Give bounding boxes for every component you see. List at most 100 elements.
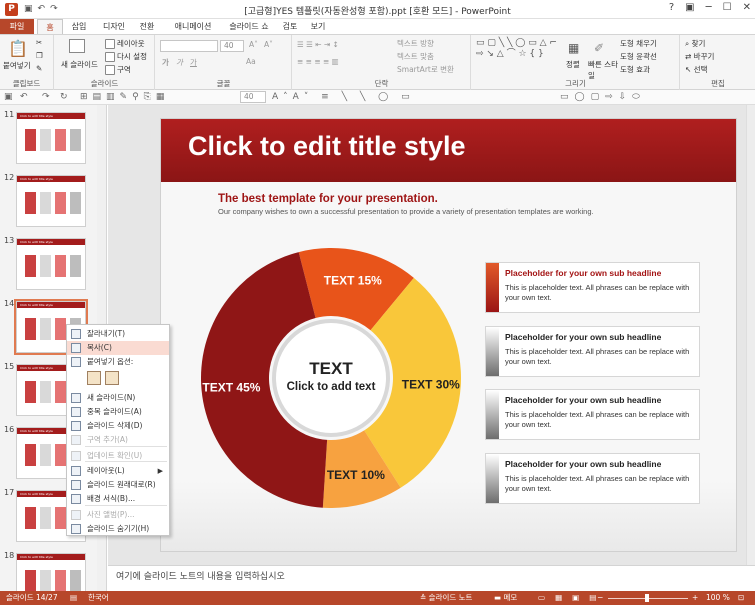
align-text-button[interactable]: 텍스트 맞춤 <box>397 51 434 62</box>
arrange-button[interactable]: 정렬 <box>566 59 580 70</box>
context-menu-item[interactable]: 중복 슬라이드(A) <box>67 405 169 419</box>
shapes-gallery[interactable]: ▭ ▢ ╲ ╲ ◯ ▭ △ ⌐ ⇨ ↘ △ ⌒ ☆ { } <box>476 38 558 60</box>
slide-thumbnail[interactable]: Click to edit title style <box>16 238 86 290</box>
slide-title[interactable]: Click to edit title style <box>188 131 466 162</box>
view-buttons[interactable]: ▭▦▣▤ <box>538 591 606 605</box>
quick-styles-icon[interactable]: ✐ <box>594 41 604 55</box>
notes-button[interactable]: ≙ 슬라이드 노트 <box>420 591 472 605</box>
notes-pane[interactable]: 여기에 슬라이드 노트의 내용을 입력하십시오 <box>108 565 755 591</box>
shape-fill-button[interactable]: 도형 채우기 <box>620 38 657 49</box>
section-button[interactable]: 구역 <box>105 64 131 75</box>
editor-scrollbar[interactable] <box>746 105 755 565</box>
slide-subtitle[interactable]: The best template for your presentation. <box>218 193 438 205</box>
zoom-level[interactable]: 100 % <box>706 591 730 605</box>
donut-center-sub[interactable]: Click to add text <box>287 381 376 393</box>
zoom-slider-thumb[interactable] <box>645 594 649 602</box>
help-button[interactable]: ? <box>669 2 674 13</box>
zoom-out-button[interactable]: ─ <box>598 591 603 605</box>
placeholder-box[interactable]: Placeholder for your own sub headline Thi… <box>485 262 700 313</box>
find-button[interactable]: ⌕ 찾기 <box>685 38 705 49</box>
copy-icon[interactable]: ❐ <box>36 51 43 60</box>
change-case-button[interactable]: Aa <box>246 57 256 66</box>
smartart-button[interactable]: SmartArt로 변환 <box>397 64 454 75</box>
shrink-font-icon[interactable]: A˅ <box>264 40 273 49</box>
donut-chart[interactable]: TEXT Click to add text TEXT 15% TEXT 30% T… <box>201 248 461 508</box>
grow-font-icon[interactable]: A˄ <box>249 40 258 49</box>
context-menu-item[interactable]: 레이아웃(L) ▶ <box>67 464 169 478</box>
maximize-button[interactable]: ☐ <box>723 2 732 13</box>
paste-button[interactable]: 붙여넣기 <box>3 60 31 71</box>
tab-view[interactable]: 보기 <box>306 19 330 34</box>
close-button[interactable]: ✕ <box>743 2 751 13</box>
context-menu-item[interactable]: 슬라이드 숨기기(H) <box>67 522 169 536</box>
slide-description[interactable]: Our company wishes to own a successful p… <box>218 207 594 216</box>
tab-file[interactable]: 파일 <box>0 19 34 34</box>
tab-design[interactable]: 디자인 <box>98 19 130 34</box>
undo-icon[interactable]: ↶ <box>20 92 28 102</box>
slide-thumbnail[interactable]: Click to edit title style <box>16 553 86 591</box>
redo-icon[interactable]: ↷ <box>42 92 50 102</box>
tab-animations[interactable]: 애니메이션 <box>168 19 218 34</box>
proofing-icon[interactable]: ▤ <box>70 591 77 605</box>
zoom-combo[interactable]: 40 <box>240 91 266 103</box>
tab-slideshow[interactable]: 슬라이드 쇼 <box>224 19 274 34</box>
placeholder-box[interactable]: Placeholder for your own sub headline Thi… <box>485 326 700 377</box>
refresh-icon[interactable]: ↻ <box>60 92 68 102</box>
tab-transitions[interactable]: 전환 <box>134 19 160 34</box>
shape-icons[interactable]: ▭◯▢⇨⇩⬭ <box>560 92 646 102</box>
zoom-in-button[interactable]: + <box>692 591 698 605</box>
quick-toolbar: ▣ ↶ ↷ ↻ ⊞▤▥✎⚲⎘▦ 40 A˄A˅ ≡ ╲ ╲ ◯ ▭ ▭◯▢⇨⇩⬭ <box>0 90 755 105</box>
fit-slide-icon[interactable]: ⊡ <box>738 591 744 605</box>
save-icon[interactable]: ▣ <box>4 92 13 102</box>
ribbon-display-button[interactable]: ▣ <box>685 2 694 13</box>
new-slide-button[interactable]: 새 슬라이드 <box>61 59 98 70</box>
new-slide-icon[interactable] <box>69 39 85 53</box>
slide-thumbnail[interactable]: Click to edit title style <box>16 112 86 164</box>
underline-icon[interactable]: 가 <box>190 57 197 68</box>
shape-outline-button[interactable]: 도형 윤곽선 <box>620 51 657 62</box>
italic-icon[interactable]: 가 <box>176 57 183 68</box>
placeholder-box[interactable]: Placeholder for your own sub headline Thi… <box>485 389 700 440</box>
minimize-button[interactable]: ─ <box>706 2 712 13</box>
font-size-combo[interactable]: 40 <box>220 40 244 52</box>
align-icon[interactable]: ≡ ≡ ≡ ≡ ▥ <box>297 57 339 66</box>
context-menu-item[interactable]: 잘라내기(T) <box>67 327 169 341</box>
paste-icon[interactable]: 📋 <box>8 39 28 58</box>
replace-button[interactable]: ⇄ 바꾸기 <box>685 51 714 62</box>
font-name-combo[interactable] <box>160 40 218 52</box>
menu-separator <box>85 461 167 462</box>
comments-button[interactable]: ▬ 메모 <box>494 591 517 605</box>
format-painter-icon[interactable]: ✎ <box>36 64 42 73</box>
placeholder-body: This is placeholder text. All phrases ca… <box>505 283 690 302</box>
context-menu-item[interactable]: 붙여넣기 옵션: <box>67 355 169 369</box>
bullets-icon[interactable]: ☰ ☰ ⇤ ⇥ ↕ <box>297 40 339 49</box>
tab-home[interactable]: 홈 <box>37 19 63 34</box>
cut-icon[interactable]: ✂ <box>36 38 42 47</box>
shape-effects-button[interactable]: 도형 효과 <box>620 64 650 75</box>
thumbnail-graphic <box>40 192 51 214</box>
slide-thumbnail[interactable]: Click to edit title style <box>16 175 86 227</box>
context-menu-item[interactable]: 복사(C) <box>67 341 169 355</box>
reset-button[interactable]: 다시 설정 <box>105 51 147 62</box>
window-title: [고급형]YES 템플릿(자동완성형 포함).ppt [호환 모드] - Pow… <box>244 7 511 17</box>
context-menu-item[interactable]: 슬라이드 원래대로(R) <box>67 478 169 492</box>
tool-icons[interactable]: ⊞▤▥✎⚲⎘▦ <box>80 92 169 102</box>
paste-option-icon[interactable] <box>87 371 101 385</box>
paste-option-icon[interactable] <box>105 371 119 385</box>
tab-review[interactable]: 검토 <box>278 19 302 34</box>
arrange-icon[interactable]: ▦ <box>568 41 579 55</box>
slide-canvas[interactable]: Click to edit title style The best templ… <box>160 118 737 552</box>
layout-button[interactable]: 레이아웃 <box>105 38 145 49</box>
format-icons[interactable]: A˄A˅ ≡ ╲ ╲ ◯ ▭ <box>272 92 415 102</box>
select-button[interactable]: ↖ 선택 <box>685 64 707 75</box>
bold-icon[interactable]: 가 <box>162 57 169 68</box>
layout-icon <box>105 39 115 49</box>
donut-center-title[interactable]: TEXT <box>309 359 353 378</box>
context-menu-item[interactable]: 배경 서식(B)... <box>67 492 169 506</box>
placeholder-box[interactable]: Placeholder for your own sub headline Thi… <box>485 453 700 504</box>
tab-insert[interactable]: 삽입 <box>66 19 92 34</box>
language-indicator[interactable]: 한국어 <box>88 591 109 605</box>
context-menu-item[interactable]: 새 슬라이드(N) <box>67 391 169 405</box>
context-menu-item[interactable]: 슬라이드 삭제(D) <box>67 419 169 433</box>
text-direction-button[interactable]: 텍스트 방향 <box>397 38 434 49</box>
